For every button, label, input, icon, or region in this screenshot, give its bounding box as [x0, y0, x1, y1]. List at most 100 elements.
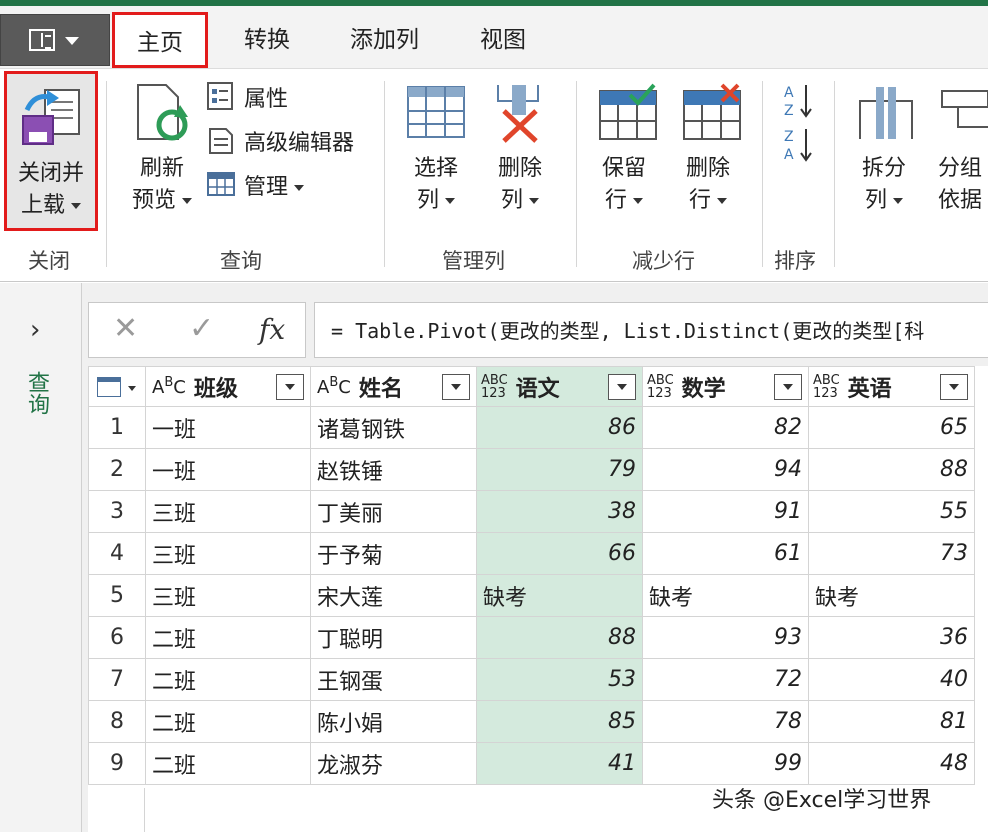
cell-math[interactable]: 91	[642, 490, 809, 533]
close-and-load-button[interactable]: 关闭并 上载	[4, 71, 98, 231]
table-row[interactable]: 9 二班 龙淑芬 41 99 48	[88, 742, 975, 785]
cell-class[interactable]: 三班	[145, 574, 311, 617]
cell-chinese[interactable]: 41	[476, 742, 643, 785]
refresh-label-line2: 预览	[118, 185, 206, 217]
cell-english[interactable]: 55	[808, 490, 975, 533]
table-row[interactable]: 1 一班 诸葛钢铁 86 82 65	[88, 406, 975, 449]
cell-english[interactable]: 65	[808, 406, 975, 449]
group-label-sort: 排序	[774, 249, 816, 273]
formula-bar[interactable]: = Table.Pivot(更改的类型, List.Distinct(更改的类型…	[314, 302, 988, 358]
cell-english[interactable]: 40	[808, 658, 975, 701]
column-header-math[interactable]: ABC 123 数学	[642, 366, 809, 407]
cell-class[interactable]: 二班	[145, 658, 311, 701]
cell-name[interactable]: 诸葛钢铁	[310, 406, 477, 449]
cell-math[interactable]: 99	[642, 742, 809, 785]
cell-class[interactable]: 三班	[145, 490, 311, 533]
cancel-formula-icon[interactable]: ✕	[113, 311, 138, 346]
table-row[interactable]: 4 三班 于予菊 66 61 73	[88, 532, 975, 575]
column-header-chinese[interactable]: ABC 123 语文	[476, 366, 643, 407]
table-row[interactable]: 7 二班 王钢蛋 53 72 40	[88, 658, 975, 701]
table-row[interactable]: 6 二班 丁聪明 88 93 36	[88, 616, 975, 659]
cell-chinese[interactable]: 缺考	[476, 574, 643, 617]
cell-chinese[interactable]: 88	[476, 616, 643, 659]
text-type-icon[interactable]: ABC	[317, 375, 351, 398]
any-type-icon[interactable]: ABC 123	[481, 374, 508, 400]
cell-name[interactable]: 丁美丽	[310, 490, 477, 533]
cell-english[interactable]: 73	[808, 532, 975, 575]
any-type-icon[interactable]: ABC 123	[647, 374, 674, 400]
group-by-label-line1: 分组	[938, 156, 983, 181]
chevron-right-icon[interactable]: ›	[30, 315, 40, 345]
cell-math[interactable]: 78	[642, 700, 809, 743]
cell-class[interactable]: 二班	[145, 742, 311, 785]
advanced-editor-icon	[209, 128, 233, 154]
cell-name[interactable]: 于予菊	[310, 532, 477, 575]
text-type-icon[interactable]: ABC	[152, 375, 186, 398]
tab-view[interactable]: 视图	[480, 20, 526, 54]
cell-math[interactable]: 61	[642, 532, 809, 575]
cell-name[interactable]: 丁聪明	[310, 616, 477, 659]
cell-chinese[interactable]: 66	[476, 532, 643, 575]
fx-icon[interactable]: fx	[259, 313, 285, 346]
table-row[interactable]: 3 三班 丁美丽 38 91 55	[88, 490, 975, 533]
confirm-formula-icon[interactable]: ✓	[189, 311, 214, 346]
row-number: 1	[88, 406, 146, 449]
cell-english[interactable]: 36	[808, 616, 975, 659]
cell-name[interactable]: 宋大莲	[310, 574, 477, 617]
data-grid[interactable]: ABC 班级 ABC 姓名 ABC 123 语文 ABC 123 数学 ABC 123 英语	[88, 366, 988, 832]
cell-chinese[interactable]: 85	[476, 700, 643, 743]
cell-name[interactable]: 王钢蛋	[310, 658, 477, 701]
cell-english[interactable]: 81	[808, 700, 975, 743]
column-header-class[interactable]: ABC 班级	[145, 366, 311, 407]
file-menu-button[interactable]	[0, 14, 110, 66]
manage-label-text: 管理	[244, 175, 289, 200]
cell-name[interactable]: 龙淑芬	[310, 742, 477, 785]
cell-math[interactable]: 93	[642, 616, 809, 659]
queries-pane[interactable]: › 查询	[0, 283, 82, 832]
cell-math[interactable]: 缺考	[642, 574, 809, 617]
cell-chinese[interactable]: 86	[476, 406, 643, 449]
column-header-name[interactable]: ABC 姓名	[310, 366, 477, 407]
cell-class[interactable]: 一班	[145, 448, 311, 491]
keep-rows-icon	[599, 83, 657, 140]
choose-columns-label-line2-text: 列	[416, 188, 439, 213]
close-and-load-label-line2: 上载	[7, 190, 95, 222]
cell-name[interactable]: 赵铁锤	[310, 448, 477, 491]
sort-ascending-icon[interactable]: A Z	[782, 81, 816, 121]
svg-text:Z: Z	[784, 103, 794, 119]
split-column-icon	[859, 87, 913, 139]
column-filter-dropdown-icon[interactable]	[940, 374, 968, 400]
cell-chinese[interactable]: 38	[476, 490, 643, 533]
tab-home[interactable]: 主页	[112, 12, 208, 68]
row-number: 9	[88, 742, 146, 785]
cell-chinese[interactable]: 53	[476, 658, 643, 701]
column-filter-dropdown-icon[interactable]	[442, 374, 470, 400]
table-row[interactable]: 8 二班 陈小娟 85 78 81	[88, 700, 975, 743]
cell-math[interactable]: 82	[642, 406, 809, 449]
table-row[interactable]: 5 三班 宋大莲 缺考 缺考 缺考	[88, 574, 975, 617]
sort-descending-icon[interactable]: Z A	[782, 125, 816, 165]
table-row[interactable]: 2 一班 赵铁锤 79 94 88	[88, 448, 975, 491]
cell-class[interactable]: 二班	[145, 700, 311, 743]
column-filter-dropdown-icon[interactable]	[276, 374, 304, 400]
cell-class[interactable]: 一班	[145, 406, 311, 449]
column-header-english[interactable]: ABC 123 英语	[808, 366, 975, 407]
column-filter-dropdown-icon[interactable]	[608, 374, 636, 400]
cell-math[interactable]: 72	[642, 658, 809, 701]
any-type-icon[interactable]: ABC 123	[813, 374, 840, 400]
column-filter-dropdown-icon[interactable]	[774, 374, 802, 400]
cell-english[interactable]: 缺考	[808, 574, 975, 617]
cell-class[interactable]: 二班	[145, 616, 311, 659]
cell-english[interactable]: 48	[808, 742, 975, 785]
cell-english[interactable]: 88	[808, 448, 975, 491]
refresh-icon	[137, 84, 188, 141]
table-menu-cell[interactable]	[88, 366, 146, 407]
tab-add-column[interactable]: 添加列	[350, 20, 419, 54]
cell-chinese[interactable]: 79	[476, 448, 643, 491]
cell-class[interactable]: 三班	[145, 532, 311, 575]
cell-name[interactable]: 陈小娟	[310, 700, 477, 743]
svg-text:A: A	[784, 85, 794, 101]
tab-transform[interactable]: 转换	[244, 20, 290, 54]
cell-math[interactable]: 94	[642, 448, 809, 491]
table-icon[interactable]	[97, 377, 136, 397]
